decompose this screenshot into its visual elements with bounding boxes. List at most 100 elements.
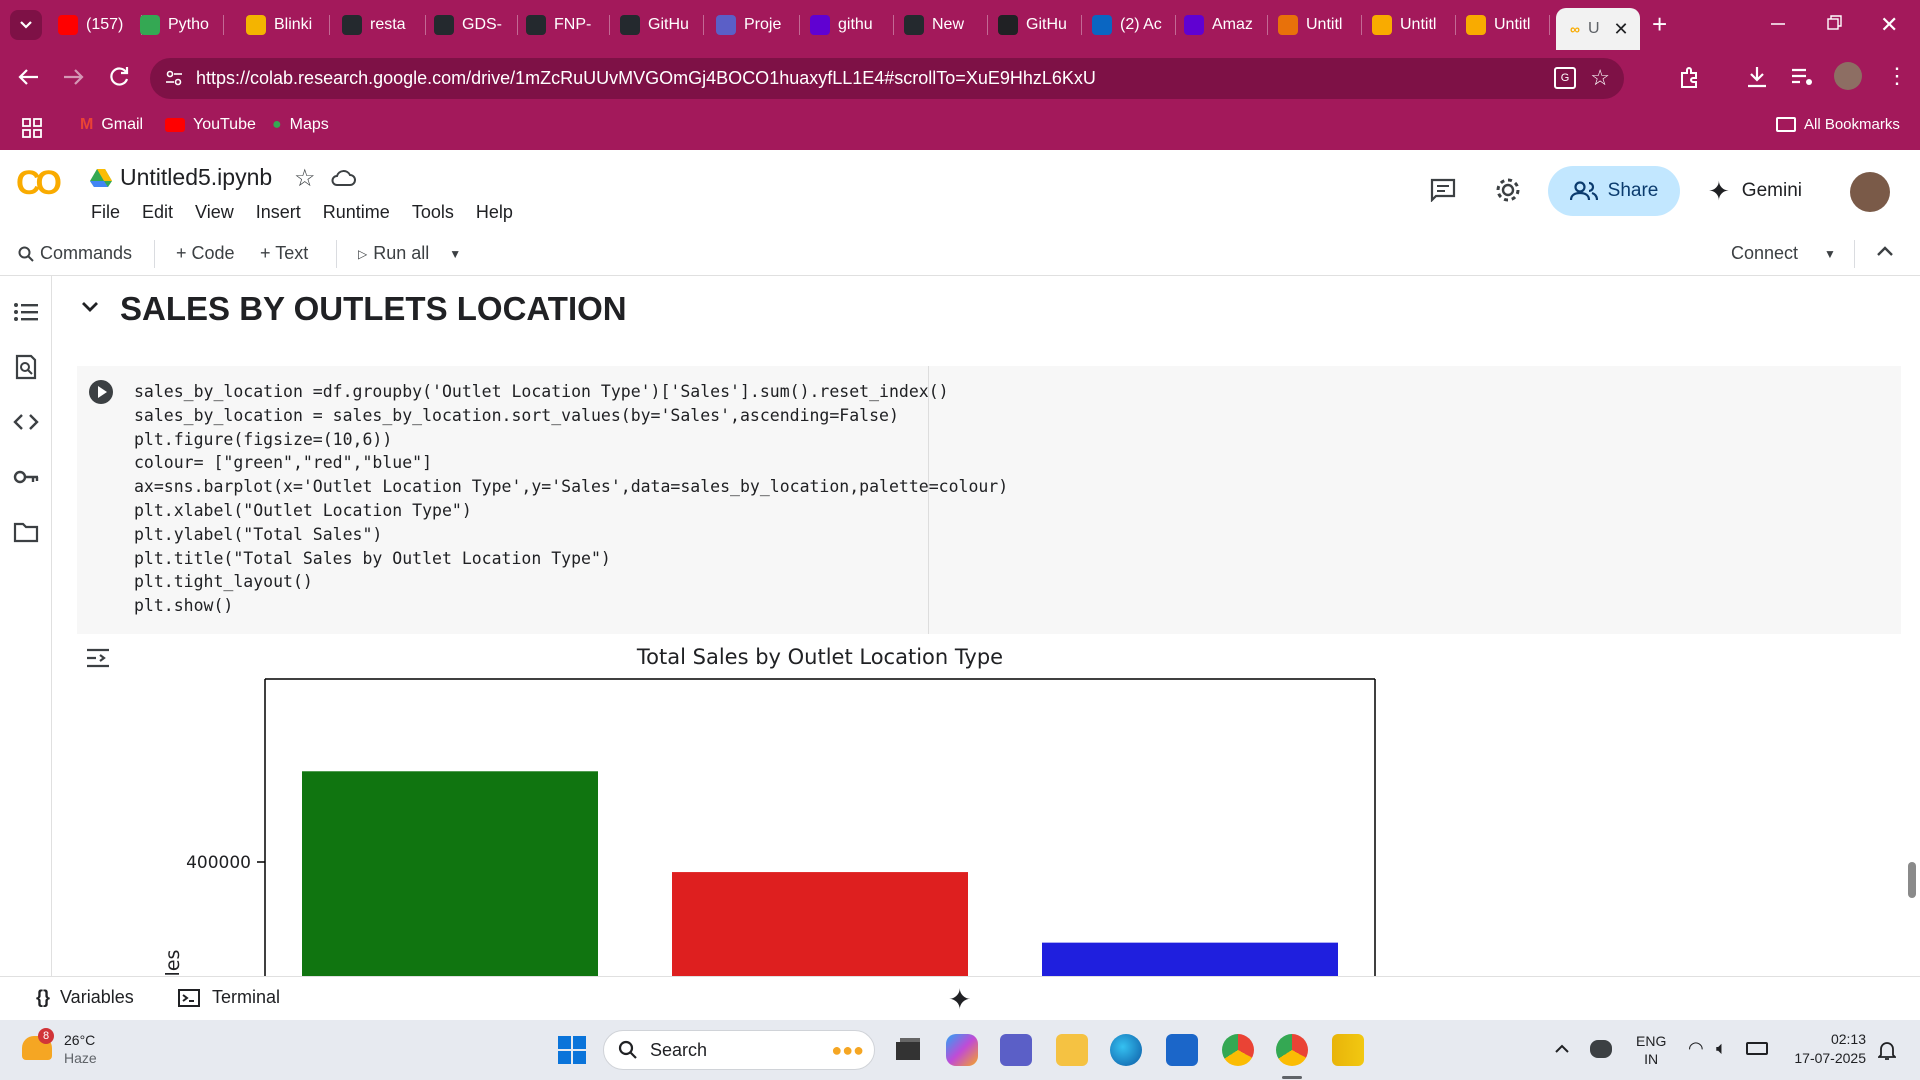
taskbar-search[interactable]: Search ●●● — [603, 1030, 875, 1070]
connect-button[interactable]: Connect ▼ — [1731, 243, 1836, 264]
system-tray-chevron-icon[interactable] — [1554, 1042, 1570, 1054]
translate-icon[interactable]: G — [1554, 67, 1576, 89]
menu-view[interactable]: View — [195, 202, 234, 223]
notebook-filename[interactable]: Untitled5.ipynb — [120, 164, 272, 191]
browser-tab[interactable]: Blinki — [246, 9, 330, 41]
notification-bell-icon[interactable] — [1878, 1040, 1896, 1060]
variables-button[interactable]: {} Variables — [36, 987, 134, 1008]
chrome-icon[interactable] — [1222, 1034, 1254, 1066]
tab-search-chevron-icon[interactable] — [10, 10, 42, 40]
menu-help[interactable]: Help — [476, 202, 513, 223]
weather-widget[interactable]: 8 26°C Haze — [22, 1028, 142, 1070]
collapse-header-icon[interactable] — [1876, 244, 1894, 258]
browser-tab[interactable]: GitHu — [620, 9, 704, 41]
bookmark-gmail[interactable]: M Gmail — [80, 116, 143, 134]
menu-file[interactable]: File — [91, 202, 120, 223]
browser-tab[interactable]: Untitl — [1278, 9, 1362, 41]
browser-tab[interactable]: Untitl — [1372, 9, 1456, 41]
reload-icon[interactable] — [106, 64, 132, 90]
run-all-button[interactable]: ▷ Run all ▼ — [358, 243, 461, 264]
files-folder-icon[interactable] — [12, 518, 40, 546]
restore-window-icon[interactable] — [1826, 14, 1844, 32]
menu-tools[interactable]: Tools — [412, 202, 454, 223]
media-controls-icon[interactable] — [1790, 66, 1814, 88]
add-code-button[interactable]: + Code — [176, 243, 235, 264]
settings-gear-icon[interactable] — [1494, 176, 1522, 204]
connect-dropdown-icon[interactable]: ▼ — [1824, 247, 1836, 261]
all-bookmarks[interactable]: All Bookmarks — [1776, 116, 1900, 133]
browser-tab[interactable]: githu — [810, 9, 894, 41]
bookmark-youtube[interactable]: YouTube — [165, 116, 256, 134]
chrome-profile-active-icon[interactable] — [1276, 1034, 1308, 1066]
gemini-button[interactable]: ✦ Gemini — [1708, 166, 1802, 216]
terminal-button[interactable]: Terminal — [178, 987, 280, 1008]
section-heading: SALES BY OUTLETS LOCATION — [120, 290, 627, 327]
output-actions-icon[interactable] — [85, 646, 111, 670]
bookmark-star-icon[interactable]: ☆ — [1590, 65, 1610, 91]
tab-close-icon[interactable]: ✕ — [1614, 19, 1629, 40]
gemini-bottom-sparkle-icon[interactable]: ✦ — [948, 983, 971, 1016]
bookmark-maps[interactable]: ● Maps — [272, 116, 329, 134]
browser-tab[interactable]: Pytho — [140, 9, 224, 41]
scrollbar-thumb[interactable] — [1908, 862, 1916, 898]
browser-tab[interactable]: Amaz — [1184, 9, 1268, 41]
language-indicator[interactable]: ENG IN — [1636, 1032, 1666, 1068]
menu-insert[interactable]: Insert — [256, 202, 301, 223]
google-drive-icon — [90, 168, 112, 188]
star-icon[interactable]: ☆ — [294, 164, 316, 193]
browser-tab[interactable]: resta — [342, 9, 426, 41]
new-tab-icon[interactable]: + — [1652, 10, 1667, 38]
extensions-icon[interactable] — [1678, 64, 1704, 90]
code-editor[interactable]: sales_by_location =df.groupby('Outlet Lo… — [134, 380, 1008, 618]
teams-icon[interactable] — [1000, 1034, 1032, 1066]
run-cell-button[interactable] — [89, 380, 113, 404]
wifi-icon[interactable]: ◠ — [1688, 1038, 1704, 1059]
colab-logo[interactable]: CO — [16, 164, 62, 203]
browser-tab[interactable]: Untitl — [1466, 9, 1550, 41]
tab-active-colab[interactable]: ∞ U ✕ — [1556, 8, 1640, 50]
power-bi-icon[interactable] — [1332, 1034, 1364, 1066]
microsoft-store-icon[interactable] — [1166, 1034, 1198, 1066]
close-window-icon[interactable]: ✕ — [1880, 12, 1898, 38]
browser-tab[interactable]: (2) Ac — [1092, 9, 1176, 41]
edge-browser-icon[interactable] — [1110, 1034, 1142, 1066]
browser-tab[interactable]: Proje — [716, 9, 800, 41]
code-snippets-icon[interactable] — [12, 408, 40, 436]
browser-tab[interactable]: (157) — [58, 9, 142, 41]
minimize-window-icon[interactable] — [1770, 12, 1786, 32]
back-icon[interactable] — [16, 64, 42, 90]
clock[interactable]: 02:13 17-07-2025 — [1786, 1030, 1866, 1068]
menu-edit[interactable]: Edit — [142, 202, 173, 223]
tab-separator — [609, 15, 610, 35]
comments-icon[interactable] — [1430, 178, 1456, 202]
windows-start-icon[interactable] — [556, 1034, 588, 1066]
site-info-icon[interactable] — [164, 68, 184, 88]
run-all-dropdown-icon[interactable]: ▼ — [449, 247, 461, 261]
code-cell[interactable]: sales_by_location =df.groupby('Outlet Lo… — [77, 366, 1901, 634]
commands-button[interactable]: Commands — [18, 243, 132, 264]
volume-icon[interactable]: 🔈︎ — [1716, 1038, 1727, 1059]
section-collapse-chevron-icon[interactable] — [80, 300, 100, 314]
add-text-button[interactable]: + Text — [260, 243, 308, 264]
battery-icon[interactable] — [1746, 1042, 1768, 1055]
user-avatar[interactable] — [1850, 172, 1890, 212]
task-view-icon[interactable] — [892, 1034, 924, 1066]
menu-runtime[interactable]: Runtime — [323, 202, 390, 223]
file-explorer-icon[interactable] — [1056, 1034, 1088, 1066]
chrome-menu-icon[interactable]: ⋮ — [1886, 64, 1908, 88]
forward-icon[interactable] — [60, 64, 86, 90]
browser-tab[interactable]: GitHu — [998, 9, 1082, 41]
browser-tab[interactable]: GDS- — [434, 9, 518, 41]
apps-grid-icon[interactable] — [22, 118, 42, 138]
table-of-contents-icon[interactable] — [12, 298, 40, 326]
browser-tab[interactable]: New — [904, 9, 988, 41]
address-bar[interactable]: https://colab.research.google.com/drive/… — [150, 58, 1624, 99]
browser-tab[interactable]: FNP- — [526, 9, 610, 41]
onedrive-status-icon[interactable] — [1590, 1040, 1612, 1058]
copilot-icon[interactable] — [946, 1034, 978, 1066]
profile-avatar[interactable] — [1834, 62, 1862, 90]
share-button[interactable]: Share — [1548, 166, 1680, 216]
find-replace-icon[interactable] — [12, 353, 40, 381]
download-icon[interactable] — [1744, 64, 1770, 90]
secrets-key-icon[interactable] — [12, 463, 40, 491]
